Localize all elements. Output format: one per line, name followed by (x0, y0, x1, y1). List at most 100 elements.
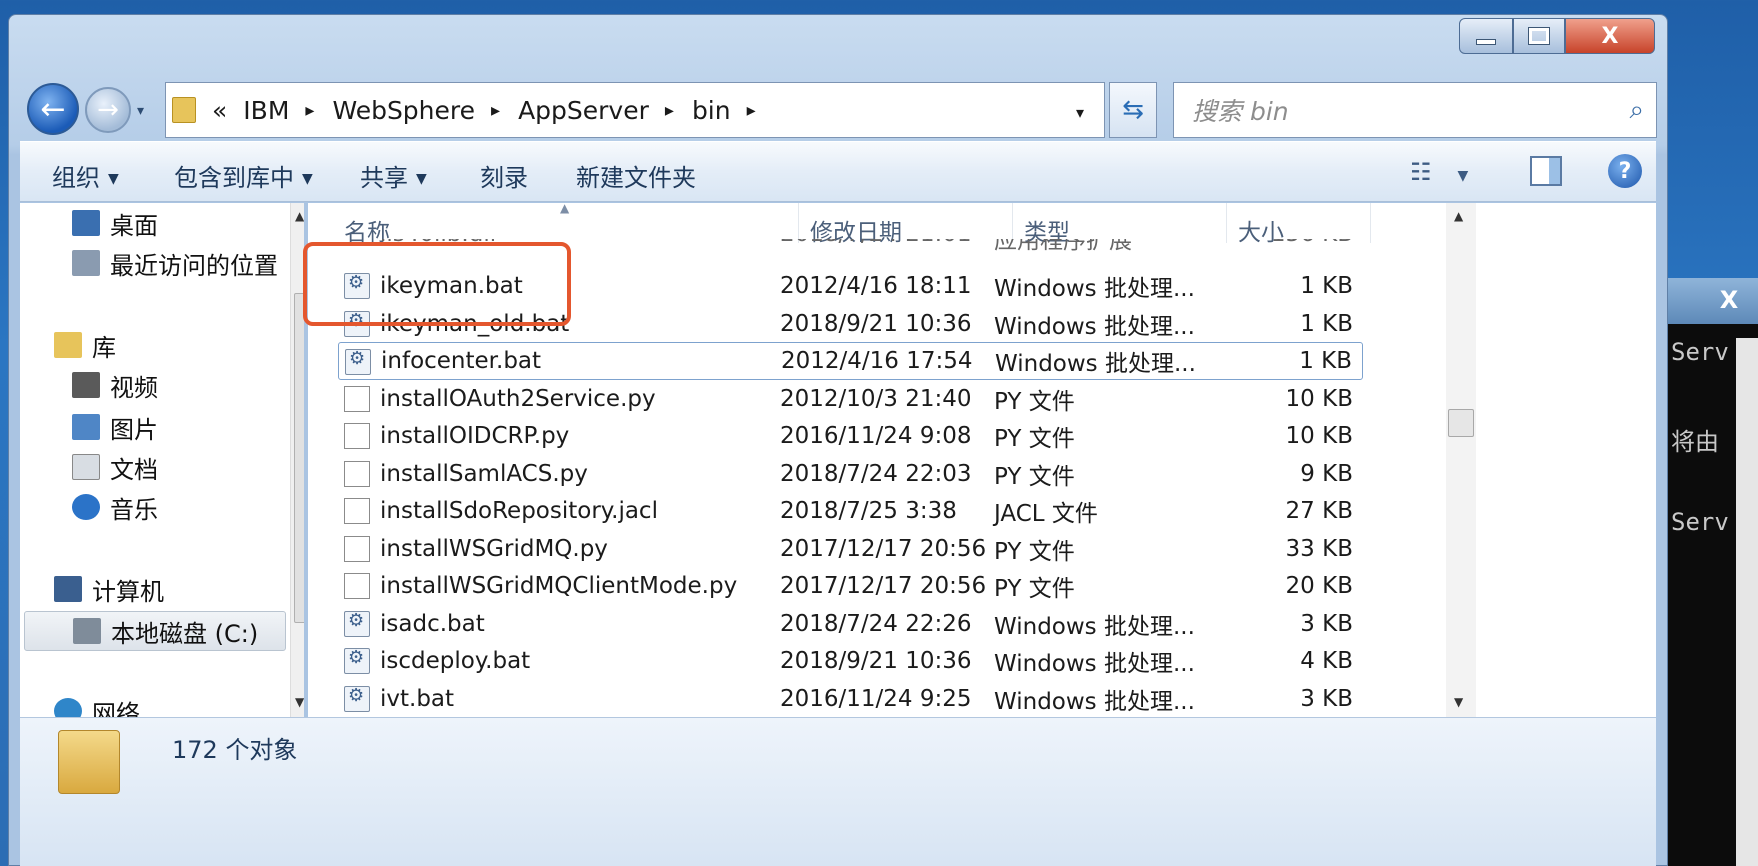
breadcrumb-bin[interactable]: bin (692, 96, 731, 125)
nav-item-desktop[interactable]: 桌面 (72, 203, 304, 243)
share-label: 共享 (360, 164, 408, 192)
organize-menu[interactable]: 组织 ▼ (52, 158, 119, 193)
nav-item-video[interactable]: 视频 (72, 365, 304, 405)
file-name: installSamlACS.py (380, 460, 588, 487)
breadcrumb-separator-icon[interactable]: ▸ (747, 100, 756, 121)
scroll-up-icon[interactable]: ▲ (1454, 209, 1463, 223)
file-size: 1 KB (1299, 348, 1352, 374)
file-type: PY 文件 (994, 426, 1075, 452)
address-bar[interactable]: « IBM ▸ WebSphere ▸ AppServer ▸ bin ▸ ▾ (165, 82, 1105, 138)
file-date: 2017/12/17 20:56 (780, 573, 987, 599)
search-input[interactable]: 搜索 bin ⌕ (1173, 82, 1657, 138)
search-icon[interactable]: ⌕ (1629, 95, 1644, 126)
column-divider[interactable] (1012, 203, 1013, 243)
recent-pages-dropdown[interactable]: ▾ (137, 103, 144, 119)
file-type: PY 文件 (994, 463, 1075, 490)
caption-buttons: X (1459, 18, 1655, 54)
table-row[interactable]: installSdoRepository.jacl 2018/7/25 3:38 J… (338, 492, 1363, 530)
nav-item-music[interactable]: 音乐 (72, 487, 304, 527)
document-file-icon (344, 460, 370, 487)
scrollbar-track[interactable] (1446, 203, 1476, 717)
file-date: 2017/12/17 20:56 (780, 535, 987, 562)
refresh-icon: ⇆ (1122, 95, 1144, 125)
nav-item-network[interactable]: 网络 (54, 691, 304, 717)
nav-item-pictures[interactable]: 图片 (72, 407, 304, 447)
nav-item-library[interactable]: 库 (54, 325, 304, 365)
nav-item-label: 桌面 (110, 211, 158, 240)
table-row[interactable]: installOIDCRP.py 2016/11/24 9:08 PY 文件 10 K… (338, 417, 1363, 455)
table-row[interactable]: isadc.bat 2018/7/24 22:26 Windows 批处理... 3 … (338, 605, 1363, 643)
scroll-down-icon[interactable]: ▼ (295, 695, 304, 709)
file-list-scrollbar[interactable]: ▲ ▼ (1446, 203, 1656, 717)
file-size: 9 KB (1300, 460, 1353, 487)
back-button[interactable]: ← (27, 83, 79, 135)
computer-icon (54, 576, 82, 602)
breadcrumb-ibm[interactable]: IBM (243, 96, 289, 125)
details-pane: 172 个对象 (20, 717, 1656, 866)
scrollbar-thumb[interactable] (1448, 409, 1474, 437)
scroll-up-icon[interactable]: ▲ (295, 209, 304, 223)
file-type: Windows 批处理... (994, 276, 1195, 302)
file-date: 2018/7/25 3:38 (780, 498, 957, 524)
chevron-down-icon: ▼ (1457, 168, 1469, 184)
table-row[interactable]: installOAuth2Service.py 2012/10/3 21:40 PY… (338, 380, 1363, 418)
minimize-icon (1476, 39, 1496, 45)
breadcrumb-separator-icon[interactable]: ▸ (491, 100, 500, 121)
nav-item-documents[interactable]: 文档 (72, 447, 304, 487)
address-overflow[interactable]: « (212, 96, 227, 125)
column-divider[interactable] (1370, 203, 1371, 243)
file-type: PY 文件 (994, 388, 1075, 415)
close-button[interactable]: X (1565, 18, 1655, 54)
nav-item-recent-places[interactable]: 最近访问的位置 (72, 243, 304, 283)
nav-item-computer[interactable]: 计算机 (54, 569, 304, 609)
file-size: 10 KB (1285, 385, 1353, 412)
scroll-down-icon[interactable]: ▼ (1454, 695, 1463, 709)
table-row[interactable]: installSamlACS.py 2018/7/24 22:03 PY 文件 9 K… (338, 455, 1363, 493)
share-menu[interactable]: 共享 ▼ (360, 158, 427, 193)
include-in-library-menu[interactable]: 包含到库中 ▼ (174, 158, 313, 193)
file-type: PY 文件 (994, 576, 1075, 602)
column-divider[interactable] (798, 203, 799, 243)
console-scrollbar[interactable] (1736, 338, 1758, 866)
table-row[interactable]: iscdeploy.bat 2018/9/21 10:36 Windows 批处理.… (338, 642, 1363, 680)
chevron-down-icon: ▾ (137, 103, 145, 119)
column-divider[interactable] (1226, 203, 1227, 243)
video-icon (72, 372, 100, 398)
file-date: 2016/11/24 9:25 (780, 685, 972, 712)
nav-item-local-disk[interactable]: 本地磁盘 (C:) (24, 611, 286, 651)
console-close-button[interactable]: X (1701, 284, 1757, 316)
scrollbar-thumb[interactable] (294, 293, 304, 623)
nav-pane-scrollbar[interactable]: ▲ ▼ (290, 203, 304, 717)
burn-button[interactable]: 刻录 (480, 158, 528, 193)
preview-pane-button[interactable] (1530, 156, 1562, 186)
file-date: 2012/4/16 17:54 (781, 348, 973, 374)
breadcrumb-websphere[interactable]: WebSphere (332, 96, 475, 125)
file-name: installWSGridMQClientMode.py (380, 573, 738, 599)
refresh-button[interactable]: ⇆ (1109, 82, 1157, 138)
maximize-button[interactable] (1513, 18, 1565, 54)
help-button[interactable]: ? (1608, 154, 1642, 188)
include-library-label: 包含到库中 (174, 164, 294, 192)
table-row[interactable]: installWSGridMQ.py 2017/12/17 20:56 PY 文件 3… (338, 530, 1363, 568)
back-arrow-icon: ← (40, 91, 66, 127)
breadcrumb-separator-icon[interactable]: ▸ (305, 100, 314, 121)
file-type: JACL 文件 (994, 501, 1098, 527)
file-size: 1 KB (1300, 273, 1353, 299)
item-count: 172 个对象 (172, 736, 298, 764)
file-date: 2018/7/24 22:26 (780, 610, 972, 637)
minimize-button[interactable] (1459, 18, 1513, 54)
change-view-button[interactable]: ☷ ▼ (1410, 158, 1468, 186)
nav-item-label: 文档 (110, 455, 158, 484)
address-history-dropdown-icon[interactable]: ▾ (1076, 103, 1084, 122)
forward-button[interactable]: → (85, 87, 131, 133)
table-row[interactable]: infocenter.bat 2012/4/16 17:54 Windows 批处理… (338, 342, 1363, 380)
breadcrumb-appserver[interactable]: AppServer (518, 96, 649, 125)
nav-item-label: 本地磁盘 (C:) (111, 619, 259, 648)
table-row[interactable]: ivt.bat 2016/11/24 9:25 Windows 批处理... 3 KB (338, 680, 1363, 718)
document-file-icon (344, 573, 370, 599)
new-folder-button[interactable]: 新建文件夹 (576, 158, 696, 193)
sort-ascending-icon: ▲ (560, 203, 570, 215)
table-row[interactable]: installWSGridMQClientMode.py 2017/12/17 2… (338, 567, 1363, 605)
breadcrumb-separator-icon[interactable]: ▸ (665, 100, 674, 121)
file-size: 20 KB (1285, 573, 1353, 599)
